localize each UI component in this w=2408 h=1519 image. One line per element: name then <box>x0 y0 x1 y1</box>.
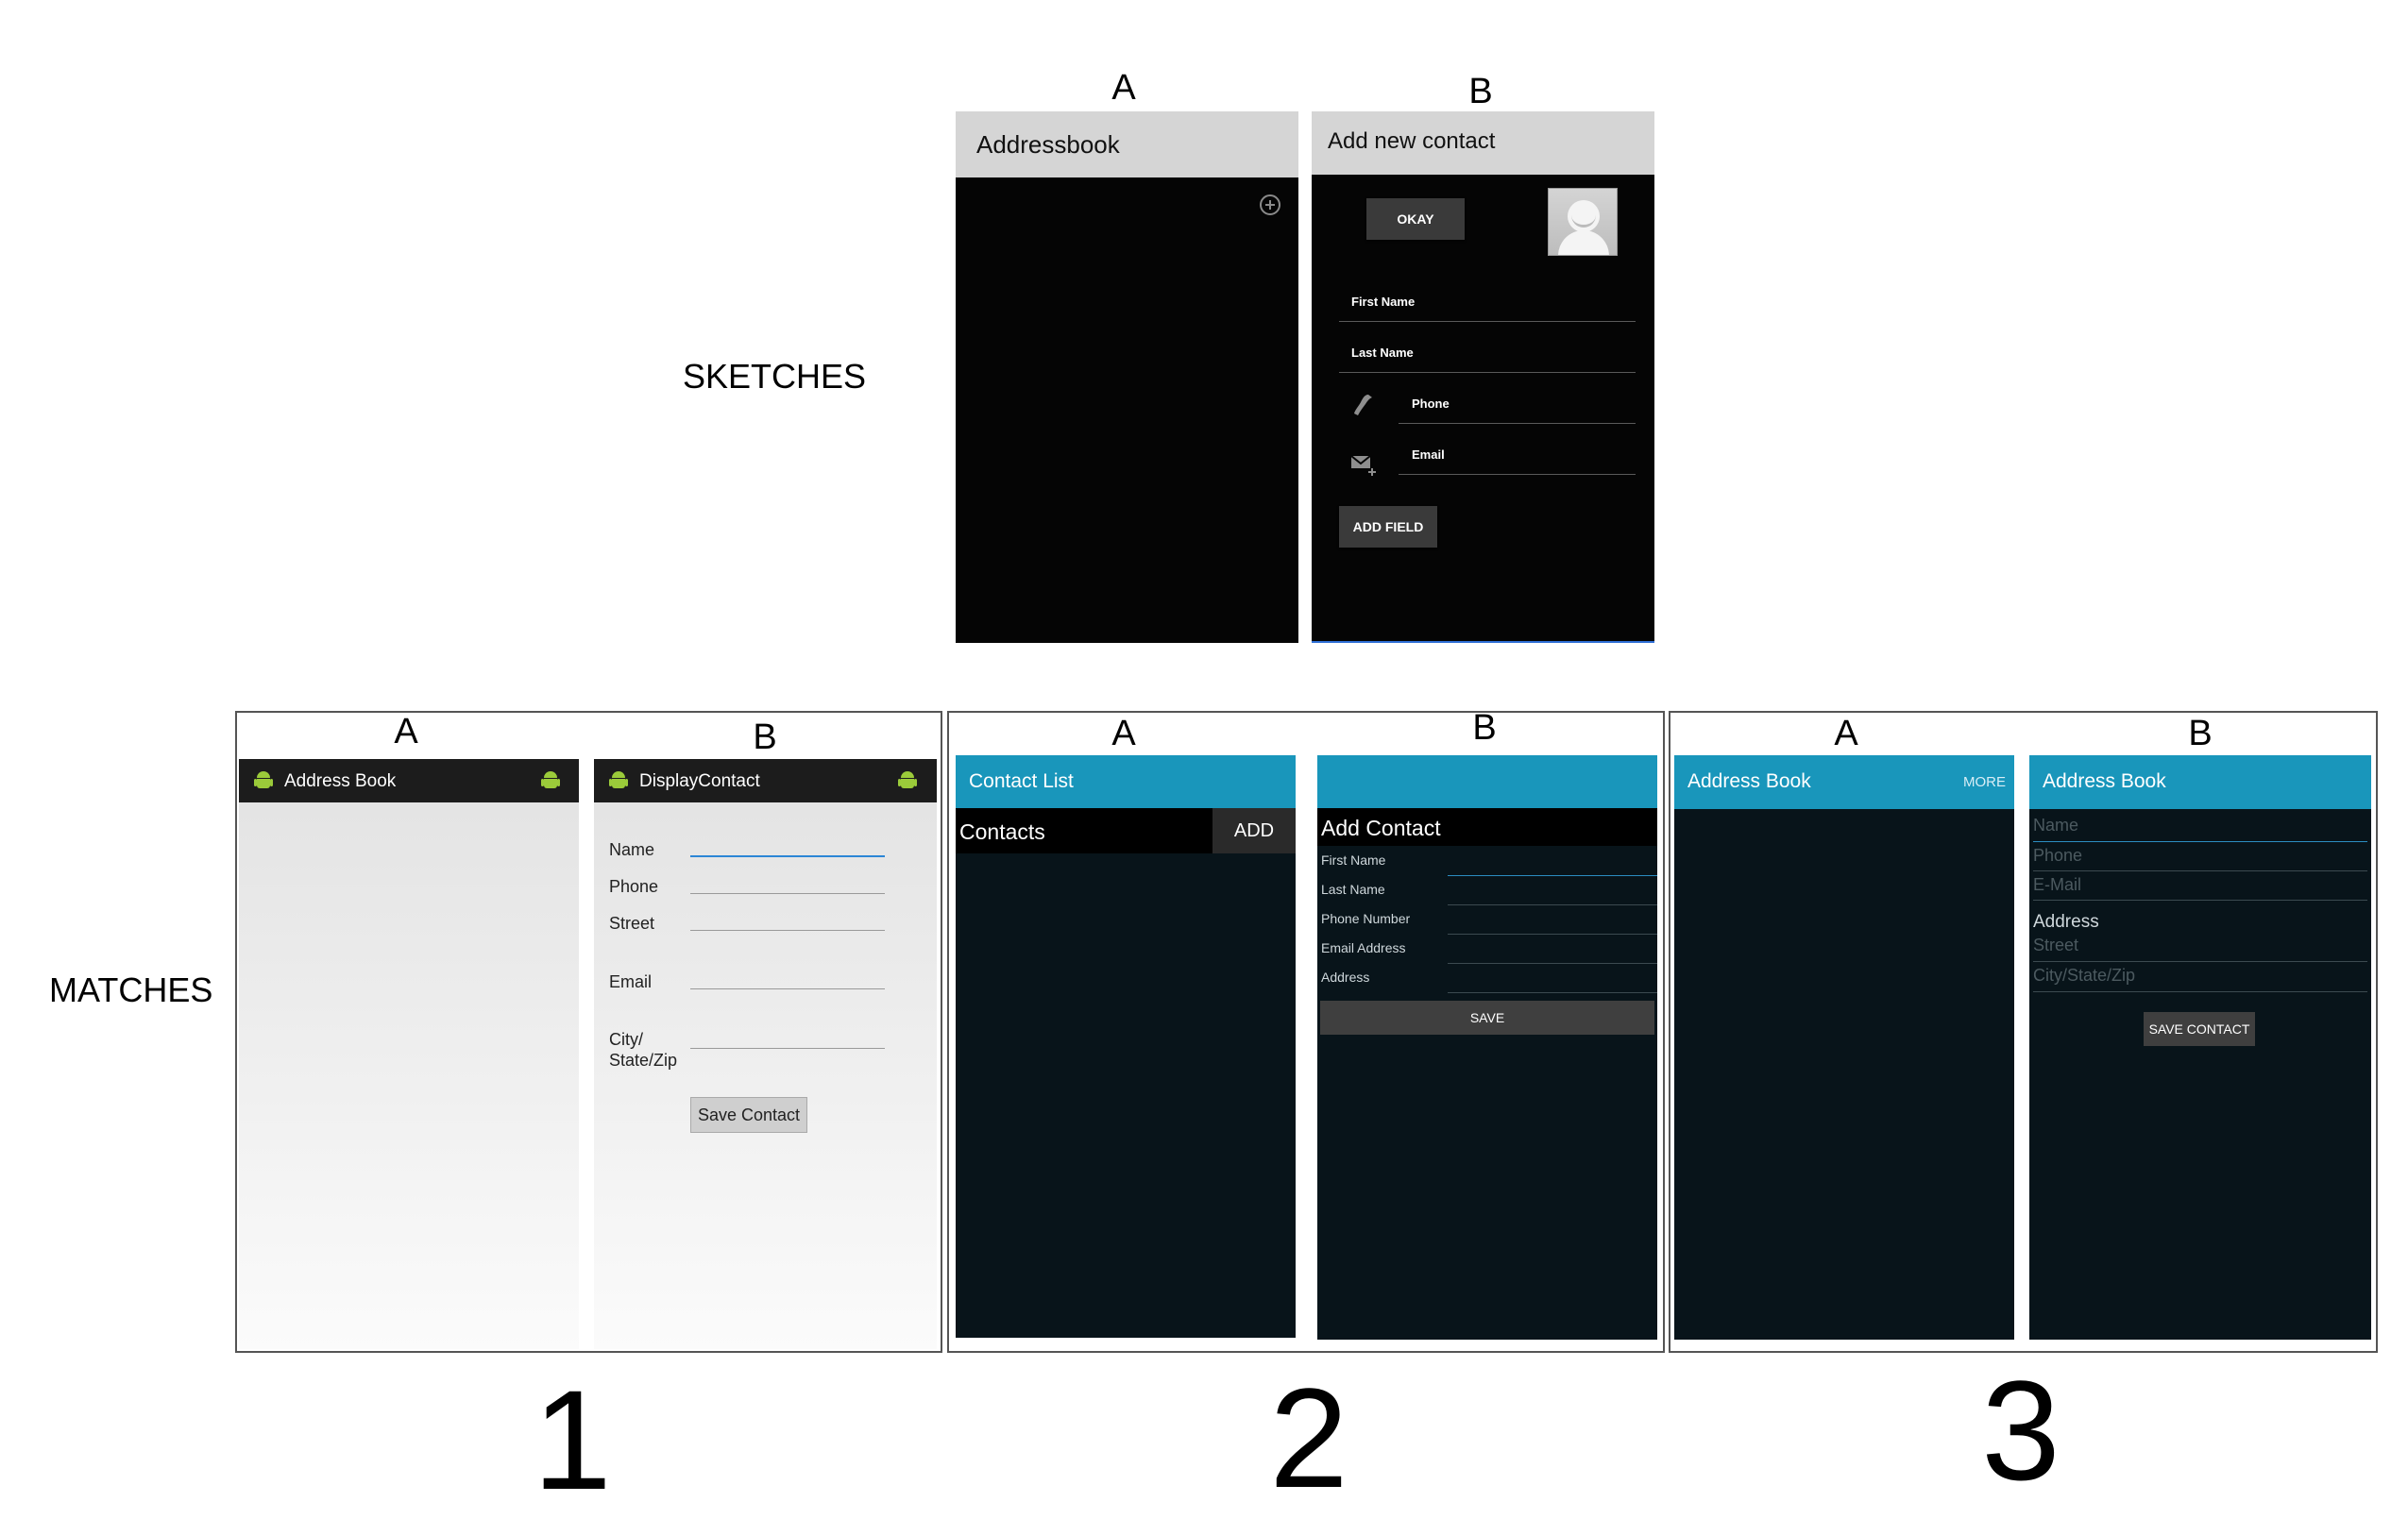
save-contact-button[interactable]: Save Contact <box>690 1097 807 1133</box>
sketch-b-letter: B <box>1468 72 1493 111</box>
okay-button[interactable]: OKAY <box>1366 198 1465 240</box>
add-field-button[interactable]: ADD FIELD <box>1339 506 1437 548</box>
contacts-title: Contacts <box>959 819 1045 844</box>
add-button[interactable]: ADD <box>1212 808 1296 853</box>
mail-add-icon <box>1349 453 1378 476</box>
match-1-b-action-bar: DisplayContact <box>594 759 937 802</box>
city-label: City/ <box>609 1030 643 1049</box>
add-contact-header: Add Contact <box>1317 808 1657 846</box>
android-menu-icon[interactable] <box>541 769 560 790</box>
email-address-input[interactable] <box>1448 963 1657 964</box>
last-name-label: Last Name <box>1351 346 1414 360</box>
match-2-a-action-bar: Contact List <box>956 755 1296 808</box>
phone-label: Phone <box>609 877 659 896</box>
match-2-b-action-bar <box>1317 755 1657 808</box>
save-button[interactable]: SAVE <box>1320 1001 1654 1035</box>
match-1-a-screen: Address Book <box>239 759 579 1349</box>
android-logo-icon <box>254 769 273 790</box>
address-input[interactable] <box>1448 992 1657 993</box>
email-underline <box>2033 900 2367 901</box>
match-2-b-letter: B <box>1472 708 1497 748</box>
phone-input[interactable]: Phone <box>2033 846 2082 866</box>
match-1-a-action-bar: Address Book <box>239 759 579 802</box>
street-input[interactable] <box>690 930 885 931</box>
name-label: Name <box>609 840 655 859</box>
city-state-zip-input[interactable] <box>690 1048 885 1049</box>
phone-number-label: Phone Number <box>1321 911 1411 926</box>
sketch-b-title: Add new contact <box>1328 128 1496 154</box>
add-contact-title: Add Contact <box>1321 816 1441 840</box>
email-address-label: Email Address <box>1321 940 1406 955</box>
street-underline <box>2033 961 2367 962</box>
first-name-field[interactable] <box>1339 321 1636 322</box>
match-1-b-letter: B <box>753 717 777 757</box>
match-3-a-letter: A <box>1834 714 1858 753</box>
match-2-number: 2 <box>1269 1359 1348 1517</box>
street-label: Street <box>609 914 655 933</box>
city-state-zip-input[interactable]: City/State/Zip <box>2033 966 2135 986</box>
contacts-header: Contacts <box>956 808 1212 853</box>
match-3-a-screen: Address Book MORE <box>1674 755 2014 1340</box>
match-3-number: 3 <box>1981 1351 2060 1510</box>
street-input[interactable]: Street <box>2033 936 2078 955</box>
android-menu-icon[interactable] <box>898 769 917 790</box>
last-name-input[interactable] <box>1448 904 1657 905</box>
person-avatar-icon[interactable] <box>1548 188 1618 256</box>
first-name-label: First Name <box>1321 852 1386 868</box>
match-3-b-screen: Address Book Name Phone E-Mail Address S… <box>2029 755 2371 1340</box>
plus-circle-icon[interactable] <box>1260 194 1280 215</box>
first-name-input[interactable] <box>1448 875 1657 876</box>
match-1-number: 1 <box>533 1360 612 1519</box>
sketches-label: SKETCHES <box>683 357 867 396</box>
name-input[interactable]: Name <box>2033 816 2078 835</box>
match-3-a-title: Address Book <box>1687 770 1811 792</box>
email-label: Email <box>1412 447 1445 462</box>
match-2-a-letter: A <box>1111 714 1136 753</box>
phone-field[interactable] <box>1399 423 1636 424</box>
match-2-a-title: Contact List <box>969 770 1074 792</box>
match-3-b-letter: B <box>2188 714 2213 753</box>
sketch-a-letter: A <box>1111 68 1136 108</box>
address-label: Address <box>2033 912 2099 932</box>
match-1-b-title: DisplayContact <box>639 771 760 791</box>
email-field[interactable] <box>1399 474 1636 475</box>
sketch-a-title: Addressbook <box>976 130 1120 159</box>
more-button[interactable]: MORE <box>1963 774 2006 790</box>
phone-icon <box>1351 393 1372 415</box>
last-name-field[interactable] <box>1339 372 1636 373</box>
email-input[interactable]: E-Mail <box>2033 875 2081 895</box>
name-underline <box>2033 841 2367 842</box>
email-label: Email <box>609 972 653 991</box>
phone-input[interactable] <box>690 893 885 894</box>
address-label: Address <box>1321 970 1370 985</box>
sketch-b-title-bar: Add new contact <box>1312 111 1654 175</box>
phone-number-input[interactable] <box>1448 934 1657 935</box>
match-3-a-action-bar: Address Book MORE <box>1674 755 2014 809</box>
sketch-a-title-bar: Addressbook <box>956 111 1298 177</box>
last-name-label: Last Name <box>1321 882 1385 897</box>
match-3-b-action-bar: Address Book <box>2029 755 2371 809</box>
save-contact-button[interactable]: SAVE CONTACT <box>2144 1012 2255 1046</box>
first-name-label: First Name <box>1351 295 1416 309</box>
match-1-a-title: Address Book <box>284 771 397 791</box>
matches-label: MATCHES <box>49 970 213 1009</box>
android-logo-icon <box>609 769 628 790</box>
city-state-zip-underline <box>2033 991 2367 992</box>
match-2-a-screen: Contact List Contacts ADD <box>956 755 1296 1338</box>
match-1-a-letter: A <box>394 712 418 751</box>
phone-underline <box>2033 870 2367 871</box>
phone-label: Phone <box>1412 397 1450 411</box>
match-3-b-title: Address Book <box>2043 770 2166 792</box>
name-input[interactable] <box>690 855 885 857</box>
match-1-b-screen: DisplayContact Name Phone Street Email C… <box>594 759 937 1349</box>
state-zip-label: State/Zip <box>609 1051 678 1070</box>
sketch-b-screen: Add new contact OKAY First Name Last Nam… <box>1312 111 1654 643</box>
match-2-b-screen: Add Contact First Name Last Name Phone N… <box>1317 755 1657 1340</box>
sketch-a-screen: Addressbook <box>956 111 1298 643</box>
email-input[interactable] <box>690 988 885 989</box>
